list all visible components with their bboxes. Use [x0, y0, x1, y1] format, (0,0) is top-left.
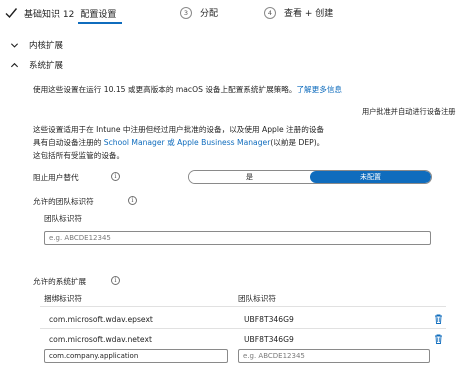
step-assignments[interactable]: 3 分配	[180, 6, 218, 19]
bundle-id-cell: com.microsoft.wdav.epsext	[49, 315, 153, 324]
applicability-line-3: 这包括所有受监管的设备。	[33, 151, 125, 160]
new-bundle-id-input[interactable]: com.company.application	[44, 349, 228, 363]
kernel-extensions-label: 内核扩展	[29, 41, 64, 51]
step-config-label: 配置设置	[80, 9, 117, 20]
table-divider	[40, 328, 446, 329]
enrollment-note: 用户批准并自动进行设备注册	[362, 107, 456, 116]
info-icon[interactable]: i	[128, 196, 137, 205]
applicability-suffix: (以前是 DEP)。	[270, 138, 325, 147]
check-icon	[5, 8, 18, 19]
allowed-system-ext-label: 允许的系统扩展	[33, 277, 87, 286]
step-number: 4	[264, 6, 276, 19]
trash-icon[interactable]	[434, 314, 443, 324]
description-line: 使用这些设置在运行 10.15 或更高版本的 macOS 设备上配置系统扩展策略…	[33, 84, 342, 95]
toggle-option-not-configured[interactable]: 未配置	[310, 171, 431, 183]
team-id-input[interactable]: e.g. ABCDE12345	[44, 231, 431, 245]
new-team-id-input[interactable]: e.g. ABCDE12345	[238, 349, 430, 363]
table-divider	[40, 306, 446, 307]
info-icon[interactable]: i	[111, 172, 120, 181]
allowed-teams-label: 允许的团队标识符	[33, 197, 94, 206]
chevron-down-icon	[10, 42, 19, 48]
step-number: 3	[180, 6, 192, 19]
description-text: 使用这些设置在运行 10.15 或更高版本的 macOS 设备上配置系统扩展策略…	[33, 85, 297, 94]
chevron-up-icon	[10, 62, 19, 67]
team-id-cell: UBF8T346G9	[244, 315, 294, 324]
team-id-column-header: 团队标识符	[44, 214, 82, 223]
block-override-label: 阻止用户替代	[33, 173, 79, 182]
wizard-steps: 基础知识 12 配置设置 3 分配 4 查看 + 创建	[0, 0, 474, 28]
step-assignments-label: 分配	[200, 9, 219, 19]
team-id-cell: UBF8T346G9	[244, 335, 294, 344]
active-step-indicator	[78, 22, 122, 24]
step-basics[interactable]: 基础知识 12 配置设置	[4, 6, 116, 20]
learn-more-link[interactable]: 了解更多信息	[296, 85, 342, 94]
bundle-id-cell: com.microsoft.wdav.netext	[49, 335, 152, 344]
applicability-line-1: 这些设置适用于在 Intune 中注册但经过用户批准的设备，以及使用 Apple…	[33, 125, 325, 134]
applicability-line-2: 具有自动设备注册的 School Manager 或 Apple Busines…	[33, 137, 324, 148]
step-review-create[interactable]: 4 查看 + 创建	[264, 6, 333, 19]
trash-icon[interactable]	[434, 334, 443, 344]
block-override-toggle[interactable]: 是 未配置	[188, 170, 432, 184]
step-review-label: 查看 + 创建	[284, 9, 334, 19]
school-manager-link[interactable]: School Manager 或 Apple Business Manager	[104, 138, 271, 147]
step-basics-label: 基础知识 12	[24, 9, 75, 20]
system-extensions-expander[interactable]: 系统扩展	[10, 59, 63, 71]
system-extensions-label: 系统扩展	[29, 61, 64, 71]
bundle-id-column-header: 捆绑标识符	[44, 294, 82, 303]
applicability-prefix: 具有自动设备注册的	[33, 138, 104, 147]
toggle-option-yes[interactable]: 是	[189, 171, 310, 183]
info-icon[interactable]: i	[111, 276, 120, 285]
kernel-extensions-expander[interactable]: 内核扩展	[10, 39, 63, 51]
team-id-column-header: 团队标识符	[238, 294, 276, 303]
